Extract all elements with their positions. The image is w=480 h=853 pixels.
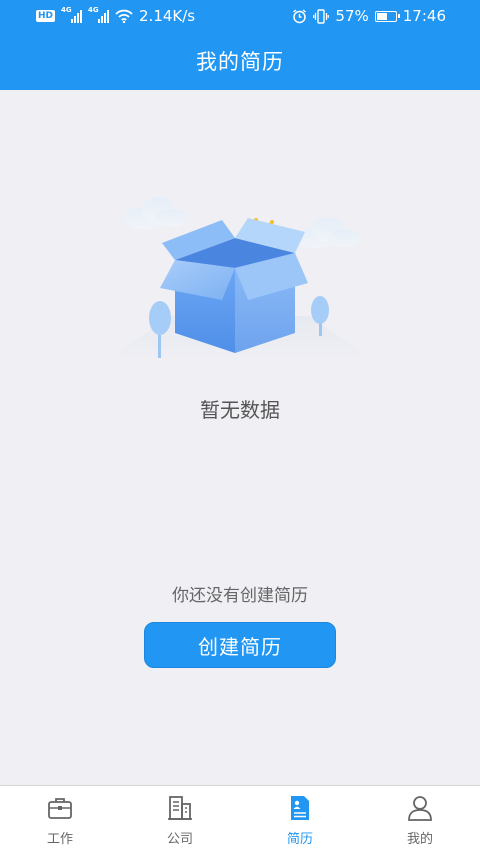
- hd-badge: HD: [36, 10, 56, 22]
- status-right: 57% 17:46: [292, 7, 446, 25]
- page-header: 我的简历: [0, 32, 480, 90]
- status-bar: HD 4G 4G 2.14K/s 57% 17:46: [0, 0, 480, 32]
- clock: 17:46: [402, 7, 446, 25]
- cloud-left: [123, 197, 188, 229]
- alarm-icon: [293, 8, 307, 23]
- network-type-label: 4G: [61, 6, 72, 14]
- resume-icon: [291, 796, 309, 820]
- cellular-signal-icon-2: 4G: [88, 6, 110, 23]
- user-icon: [408, 796, 432, 821]
- building-icon: [168, 796, 192, 820]
- briefcase-icon: [48, 798, 72, 819]
- vibrate-icon: [313, 8, 330, 24]
- create-resume-button[interactable]: 创建简历: [144, 622, 336, 668]
- nav-item-company[interactable]: 公司: [120, 786, 240, 853]
- battery-icon: [374, 10, 400, 22]
- nav-label-mine: 我的: [406, 832, 433, 847]
- battery-fill: [376, 12, 387, 20]
- network-type-label-2: 4G: [88, 6, 99, 14]
- nav-label-work: 工作: [46, 832, 73, 847]
- empty-box-illustration: [110, 197, 370, 358]
- page-title: 我的简历: [196, 50, 284, 74]
- network-speed: 2.14K/s: [139, 7, 196, 25]
- bottom-nav: 工作 公司 简历 我的: [0, 785, 480, 853]
- nav-item-mine[interactable]: 我的: [360, 786, 480, 853]
- status-left: HD 4G 4G 2.14K/s: [36, 6, 196, 25]
- empty-state-hint: 你还没有创建简历: [172, 586, 308, 606]
- wifi-icon: [115, 9, 133, 23]
- app-root: HD 4G 4G 2.14K/s 57% 17:46 我的简历 暂无数据 你还没…: [0, 0, 480, 853]
- empty-state-title: 暂无数据: [200, 398, 280, 422]
- cellular-signal-icon: 4G: [61, 6, 83, 23]
- nav-item-resume[interactable]: 简历: [240, 786, 360, 853]
- battery-percent: 57%: [335, 7, 369, 25]
- box: [160, 218, 308, 353]
- nav-label-company: 公司: [166, 832, 193, 847]
- nav-label-resume: 简历: [286, 832, 313, 847]
- nav-item-work[interactable]: 工作: [0, 786, 120, 853]
